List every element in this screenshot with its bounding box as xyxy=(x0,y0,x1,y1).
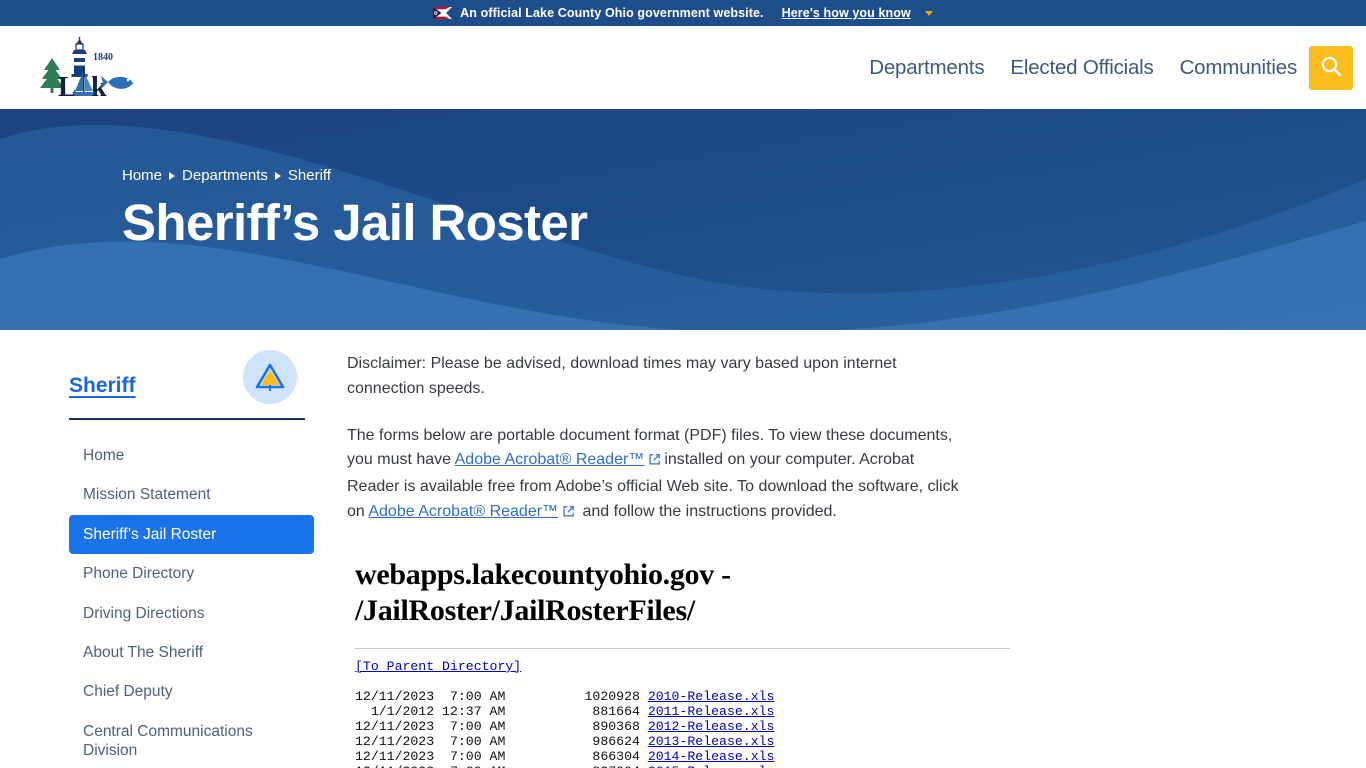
page-title: Sheriff’s Jail Roster xyxy=(122,194,588,251)
directory-row-meta: 12/11/2023 7:00 AM 827904 xyxy=(355,764,648,768)
sidebar-item-chief-deputy[interactable]: Chief Deputy xyxy=(69,672,300,711)
main-content: Disclaimer: Please be advised, download … xyxy=(300,352,1010,768)
list-item: Mission Statement xyxy=(69,475,300,514)
adobe-reader-link-2[interactable]: Adobe Acrobat® Reader™ xyxy=(368,503,558,520)
directory-divider xyxy=(355,647,1010,649)
svg-text:1840: 1840 xyxy=(93,52,113,63)
hero-banner: Home Departments Sheriff Sheriff’s Jail … xyxy=(0,109,1366,330)
directory-row: 12/11/2023 7:00 AM 827904 2015-Release.x… xyxy=(355,764,774,768)
search-button[interactable] xyxy=(1309,45,1353,90)
directory-row: 12/11/2023 7:00 AM 1020928 2010-Release.… xyxy=(355,689,774,704)
directory-rows: 12/11/2023 7:00 AM 1020928 2010-Release.… xyxy=(355,689,774,768)
svg-text:k: k xyxy=(91,72,107,99)
breadcrumb-item-sheriff[interactable]: Sheriff xyxy=(288,167,331,184)
directory-listing: [To Parent Directory] 12/11/2023 7:00 AM … xyxy=(355,659,960,768)
sidebar-item-driving-directions[interactable]: Driving Directions xyxy=(69,594,300,633)
breadcrumb-separator-icon xyxy=(169,171,176,180)
sidebar-item-mission-statement[interactable]: Mission Statement xyxy=(69,475,300,514)
breadcrumb: Home Departments Sheriff xyxy=(122,167,1366,184)
sidebar-nav: Home Mission Statement Sheriff’s Jail Ro… xyxy=(69,436,314,768)
gov-banner-text: An official Lake County Ohio government … xyxy=(460,6,764,20)
directory-row: 12/11/2023 7:00 AM 866304 2014-Release.x… xyxy=(355,749,774,764)
list-item: Sheriff’s Jail Roster xyxy=(69,514,314,555)
search-icon xyxy=(1319,54,1343,81)
breadcrumb-item-departments[interactable]: Departments xyxy=(182,167,268,184)
sidebar-item-central-communications-division[interactable]: Central Communications Division xyxy=(69,712,300,768)
forms-text-part3: and follow the instructions provided. xyxy=(578,502,837,520)
list-item: Chief Deputy xyxy=(69,672,300,711)
breadcrumb-item-home[interactable]: Home xyxy=(122,167,162,184)
list-item: Driving Directions xyxy=(69,594,300,633)
directory-file-link[interactable]: 2010-Release.xls xyxy=(648,689,775,704)
svg-text:L: L xyxy=(58,72,77,99)
directory-heading: webapps.lakecountyohio.gov - /JailRoster… xyxy=(355,557,731,628)
caret-down-icon[interactable] xyxy=(924,10,933,16)
directory-row: 12/11/2023 7:00 AM 890368 2012-Release.x… xyxy=(355,719,774,734)
directory-file-link[interactable]: 2012-Release.xls xyxy=(648,719,775,734)
list-item: Home xyxy=(69,436,300,475)
directory-file-link[interactable]: 2011-Release.xls xyxy=(648,704,775,719)
nav-departments[interactable]: Departments xyxy=(869,56,984,80)
external-link-icon xyxy=(562,502,575,527)
directory-row-meta: 12/11/2023 7:00 AM 866304 xyxy=(355,748,648,764)
header-nav: Departments Elected Officials Communitie… xyxy=(869,56,1309,80)
sidebar-item-sheriffs-jail-roster[interactable]: Sheriff’s Jail Roster xyxy=(69,514,314,555)
site-logo[interactable]: 1840 L k xyxy=(30,36,140,103)
directory-row: 1/1/2012 12:37 AM 881664 2011-Release.xl… xyxy=(355,703,775,719)
external-link-icon xyxy=(648,450,661,475)
nav-elected-officials[interactable]: Elected Officials xyxy=(1010,56,1153,80)
list-item: Central Communications Division xyxy=(69,712,300,768)
directory-row-meta: 12/11/2023 7:00 AM 1020928 xyxy=(355,688,648,704)
list-item: Phone Directory xyxy=(69,554,300,593)
parent-directory-link[interactable]: [To Parent Directory] xyxy=(355,659,960,674)
breadcrumb-separator-icon xyxy=(274,171,281,180)
sidebar-item-home[interactable]: Home xyxy=(69,436,300,475)
how-you-know-link[interactable]: Here's how you know xyxy=(782,6,911,20)
nav-communities[interactable]: Communities xyxy=(1180,56,1298,80)
sidebar-divider xyxy=(69,418,305,420)
disclaimer-paragraph: Disclaimer: Please be advised, download … xyxy=(347,355,897,397)
sidebar: Sheriff Home Mission Statement Sheriff’s… xyxy=(0,350,314,768)
forms-paragraph: The forms below are portable document fo… xyxy=(347,424,960,527)
sidebar-item-phone-directory[interactable]: Phone Directory xyxy=(69,554,300,593)
directory-file-link[interactable]: 2014-Release.xls xyxy=(648,749,775,764)
ohio-flag-icon xyxy=(433,7,453,19)
sidebar-item-about-the-sheriff[interactable]: About The Sheriff xyxy=(69,633,300,672)
directory-file-link[interactable]: 2015-Release.xls xyxy=(648,764,775,768)
adobe-reader-link-1[interactable]: Adobe Acrobat® Reader™ xyxy=(455,451,645,468)
pine-tree-icon xyxy=(243,350,297,404)
sidebar-header: Sheriff xyxy=(69,350,300,412)
gov-banner: An official Lake County Ohio government … xyxy=(0,0,1366,26)
directory-row: 12/11/2023 7:00 AM 986624 2013-Release.x… xyxy=(355,734,774,749)
directory-row-meta: 1/1/2012 12:37 AM 881664 xyxy=(355,703,648,719)
directory-row-meta: 12/11/2023 7:00 AM 890368 xyxy=(355,718,648,734)
site-header: 1840 L k Departments Elected Officials C… xyxy=(0,26,1366,109)
sidebar-title-link[interactable]: Sheriff xyxy=(69,374,136,398)
directory-file-link[interactable]: 2013-Release.xls xyxy=(648,734,775,749)
page-body: Sheriff Home Mission Statement Sheriff’s… xyxy=(0,330,1366,768)
directory-row-meta: 12/11/2023 7:00 AM 986624 xyxy=(355,733,648,749)
list-item: About The Sheriff xyxy=(69,633,300,672)
